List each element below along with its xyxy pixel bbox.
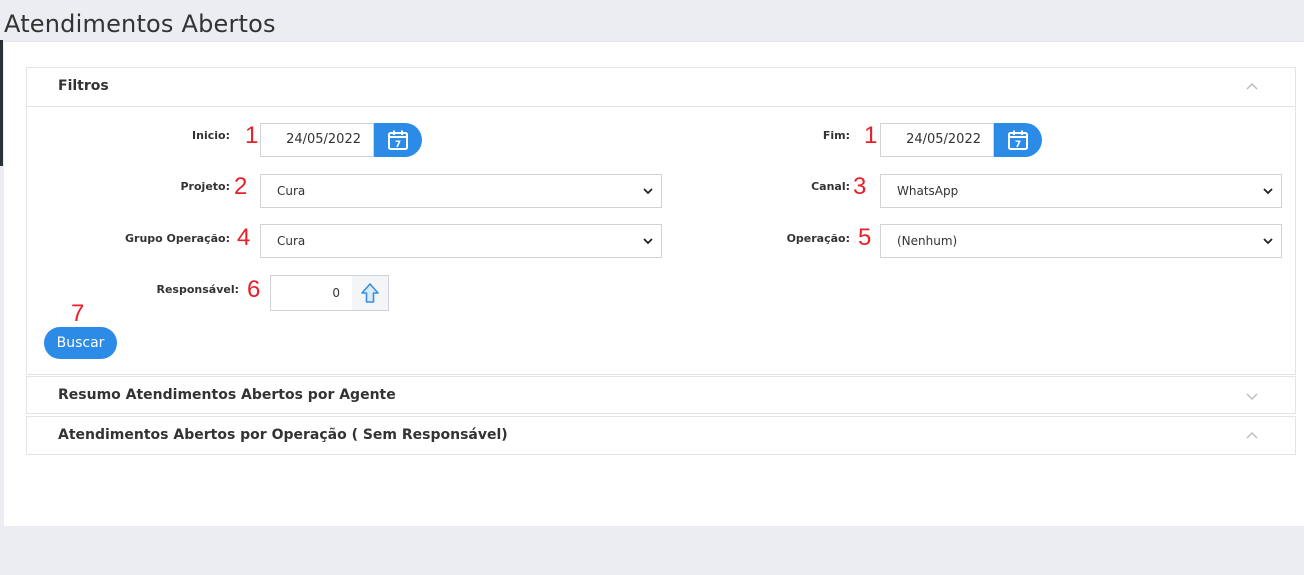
chevron-up-icon[interactable] <box>1245 80 1259 94</box>
projeto-marker: 2 <box>234 173 248 200</box>
left-edge-strip <box>0 40 3 166</box>
inicio-marker: 1 <box>245 122 259 149</box>
caret-down-icon <box>643 188 653 195</box>
canal-label: Canal: <box>811 180 850 193</box>
chevron-up-icon[interactable] <box>1245 429 1259 443</box>
operacao-marker: 5 <box>858 224 872 251</box>
grupo-operacao-marker: 4 <box>237 224 251 251</box>
resumo-panel-title: Resumo Atendimentos Abertos por Agente <box>58 387 396 403</box>
responsavel-input[interactable]: 0 <box>270 275 353 311</box>
operacao-select[interactable]: (Nenhum) <box>880 224 1282 258</box>
caret-down-icon <box>1263 188 1273 195</box>
por-operacao-panel-title: Atendimentos Abertos por Operação ( Sem … <box>58 427 508 443</box>
filtros-panel-header[interactable]: Filtros <box>27 68 1295 106</box>
inicio-label: Inicio: <box>192 129 230 142</box>
page-title: Atendimentos Abertos <box>4 10 276 38</box>
caret-down-icon <box>1263 238 1273 245</box>
svg-text:7: 7 <box>395 140 401 150</box>
por-operacao-panel: Atendimentos Abertos por Operação ( Sem … <box>26 416 1296 455</box>
resumo-panel: Resumo Atendimentos Abertos por Agente <box>26 376 1296 414</box>
operacao-label: Operação: <box>786 232 850 245</box>
por-operacao-panel-header[interactable]: Atendimentos Abertos por Operação ( Sem … <box>27 417 1295 455</box>
arrow-up-icon <box>361 283 379 303</box>
inicio-calendar-button[interactable]: 7 <box>374 123 422 157</box>
inicio-date-input[interactable]: 24/05/2022 <box>260 123 374 157</box>
grupo-operacao-select[interactable]: Cura <box>260 224 662 258</box>
calendar-icon: 7 <box>1008 130 1028 150</box>
fim-date-input[interactable]: 24/05/2022 <box>880 123 994 157</box>
buscar-marker: 7 <box>71 300 85 327</box>
calendar-icon: 7 <box>388 130 408 150</box>
filtros-panel-body: Inicio: 1 24/05/2022 7 Fim: 1 24/05/2022 <box>27 106 1295 375</box>
fim-calendar-button[interactable]: 7 <box>994 123 1042 157</box>
svg-text:7: 7 <box>1015 140 1021 150</box>
chevron-down-icon[interactable] <box>1245 389 1259 403</box>
projeto-select-value: Cura <box>277 184 306 198</box>
canal-marker: 3 <box>853 173 867 200</box>
grupo-operacao-label: Grupo Operação: <box>125 232 230 245</box>
operacao-select-value: (Nenhum) <box>897 234 958 248</box>
buscar-button[interactable]: Buscar <box>44 327 117 359</box>
canal-select-value: WhatsApp <box>897 184 959 198</box>
fim-label: Fim: <box>822 129 850 142</box>
responsavel-label: Responsável: <box>156 283 239 296</box>
grupo-operacao-select-value: Cura <box>277 234 306 248</box>
main-content: Filtros Inicio: 1 24/05/2022 7 Fim: 1 24… <box>4 41 1304 526</box>
resumo-panel-header[interactable]: Resumo Atendimentos Abertos por Agente <box>27 377 1295 415</box>
projeto-select[interactable]: Cura <box>260 174 662 208</box>
projeto-label: Projeto: <box>180 180 231 193</box>
responsavel-lookup-button[interactable] <box>352 275 389 311</box>
filtros-panel-title: Filtros <box>58 78 109 94</box>
fim-marker: 1 <box>864 122 878 149</box>
filtros-panel: Filtros Inicio: 1 24/05/2022 7 Fim: 1 24… <box>26 67 1296 375</box>
canal-select[interactable]: WhatsApp <box>880 174 1282 208</box>
responsavel-marker: 6 <box>247 276 261 303</box>
caret-down-icon <box>643 238 653 245</box>
